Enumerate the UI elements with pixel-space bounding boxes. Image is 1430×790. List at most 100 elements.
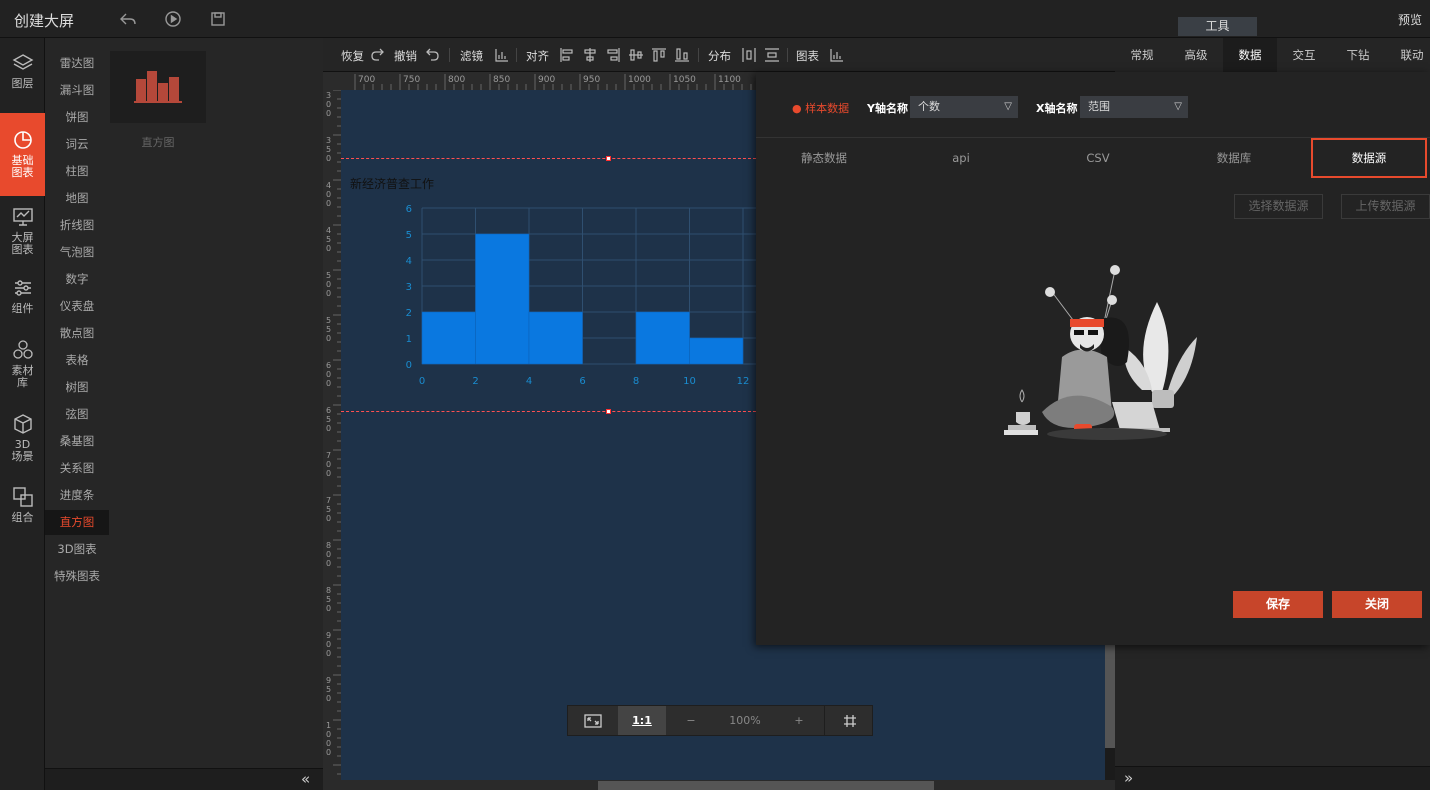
histogram-bar[interactable]	[689, 337, 744, 365]
play-icon[interactable]	[163, 9, 183, 29]
distribute-h-icon[interactable]	[741, 47, 757, 63]
chart-icon[interactable]	[829, 47, 845, 63]
tab-database[interactable]: 数据库	[1176, 138, 1292, 178]
canvas-scrollbar-vertical[interactable]	[1105, 645, 1115, 748]
histogram-bar[interactable]	[475, 233, 530, 365]
filter-button[interactable]: 滤镜	[460, 48, 483, 64]
ruler-label: 850	[326, 586, 331, 613]
toggle-grid-button[interactable]	[824, 706, 874, 735]
x-axis-name-label: X轴名称	[1036, 102, 1078, 115]
property-tab[interactable]: 高级	[1169, 38, 1223, 72]
canvas-scrollbar-horizontal[interactable]	[598, 781, 934, 790]
chart-button[interactable]: 图表	[796, 48, 819, 64]
back-icon[interactable]	[118, 9, 138, 29]
chart-type-item[interactable]: 气泡图	[45, 240, 109, 265]
chart-type-item[interactable]: 树图	[45, 375, 109, 400]
distribute-button[interactable]: 分布	[708, 48, 731, 64]
align-left-icon[interactable]	[559, 47, 575, 63]
save-icon[interactable]	[208, 9, 228, 29]
x-axis-name-select[interactable]: 范围 ▽	[1080, 96, 1188, 118]
property-tab[interactable]: 下钻	[1331, 38, 1385, 72]
preview-button[interactable]: 预览	[1398, 11, 1422, 28]
collapse-left-icon[interactable]: «	[301, 770, 310, 788]
selection-guide-top	[341, 158, 756, 159]
y-tick-label: 6	[406, 204, 412, 215]
save-button[interactable]: 保存	[1233, 591, 1323, 618]
nav-item-components[interactable]: 组件	[0, 277, 45, 315]
close-button[interactable]: 关闭	[1332, 591, 1422, 618]
chart-type-item[interactable]: 特殊图表	[45, 564, 109, 589]
nav-item-combine[interactable]: 组合	[0, 486, 45, 524]
chart-type-item[interactable]: 漏斗图	[45, 78, 109, 103]
align-top-icon[interactable]	[651, 47, 667, 63]
align-center-h-icon[interactable]	[582, 47, 598, 63]
align-button[interactable]: 对齐	[526, 48, 549, 64]
chart-type-item[interactable]: 词云	[45, 132, 109, 157]
nav-item-screen-charts[interactable]: 大屏图表	[0, 206, 45, 256]
resize-handle-top[interactable]	[606, 156, 611, 161]
chart-type-item[interactable]: 3D图表	[45, 537, 109, 562]
toolbar-separator	[787, 48, 788, 62]
zoom-in-button[interactable]: +	[774, 706, 824, 735]
chart-type-item[interactable]: 散点图	[45, 321, 109, 346]
chart-type-item[interactable]: 表格	[45, 348, 109, 373]
ruler-label: 900	[538, 75, 555, 85]
align-middle-v-icon[interactable]	[628, 47, 644, 63]
chart-type-item[interactable]: 地图	[45, 186, 109, 211]
histogram-bar[interactable]	[528, 311, 583, 365]
undo-icon[interactable]	[424, 47, 440, 63]
property-tab[interactable]: 常规	[1115, 38, 1169, 72]
tab-api[interactable]: api	[903, 138, 1019, 178]
chart-type-item[interactable]: 柱图	[45, 159, 109, 184]
fit-screen-button[interactable]	[568, 706, 618, 735]
histogram-bar[interactable]	[421, 311, 476, 365]
redo-button[interactable]: 恢复	[341, 48, 364, 64]
select-datasource-button[interactable]: 选择数据源	[1234, 194, 1323, 219]
redo-icon[interactable]	[370, 47, 386, 63]
tab-datasource[interactable]: 数据源	[1311, 138, 1427, 178]
histogram-chart[interactable]: 01234560 2 4 6 8 10 12	[341, 195, 756, 395]
tab-csv[interactable]: CSV	[1040, 138, 1156, 178]
resize-handle-bottom[interactable]	[606, 409, 611, 414]
source-tabs: 静态数据 api CSV 数据库 数据源	[756, 137, 1430, 178]
histogram-thumbnail[interactable]	[110, 51, 206, 123]
nav-item-basic-charts[interactable]: 基础图表	[0, 113, 45, 196]
grid-icon	[843, 715, 856, 727]
ratio-1-1-button[interactable]: 1:1	[618, 706, 666, 735]
histogram-bar[interactable]	[635, 311, 690, 365]
chart-type-item[interactable]: 雷达图	[45, 51, 109, 76]
chart-type-item[interactable]: 关系图	[45, 456, 109, 481]
upload-datasource-button[interactable]: 上传数据源	[1341, 194, 1430, 219]
chart-type-item[interactable]: 进度条	[45, 483, 109, 508]
nav-item-3d-scene[interactable]: 3D场景	[0, 413, 45, 463]
chart-type-item[interactable]: 直方图	[45, 510, 109, 535]
chart-type-item[interactable]: 折线图	[45, 213, 109, 238]
chart-type-item[interactable]: 桑基图	[45, 429, 109, 454]
align-bottom-icon[interactable]	[674, 47, 690, 63]
expand-right-icon[interactable]: »	[1124, 769, 1133, 787]
ruler-label: 900	[326, 631, 331, 658]
property-tab[interactable]: 联动	[1385, 38, 1430, 72]
chart-type-item[interactable]: 弦图	[45, 402, 109, 427]
monitor-chart-icon	[12, 208, 33, 226]
tools-tab[interactable]: 工具	[1178, 17, 1257, 36]
filter-chart-icon[interactable]	[494, 47, 510, 63]
chart-type-item[interactable]: 仪表盘	[45, 294, 109, 319]
align-right-icon[interactable]	[605, 47, 621, 63]
nav-item-materials[interactable]: 素材库	[0, 339, 45, 389]
nav-item-layers[interactable]: 图层	[0, 52, 45, 90]
ruler-label: 400	[326, 181, 331, 208]
zoom-out-button[interactable]: −	[666, 706, 716, 735]
zoom-value: 100%	[729, 714, 761, 727]
undo-button[interactable]: 撤销	[394, 48, 417, 64]
property-tab[interactable]: 数据	[1223, 38, 1277, 72]
chart-type-item[interactable]: 饼图	[45, 105, 109, 130]
property-tab[interactable]: 交互	[1277, 38, 1331, 72]
tab-static-data[interactable]: 静态数据	[766, 138, 882, 178]
chart-type-item[interactable]: 数字	[45, 267, 109, 292]
distribute-v-icon[interactable]	[764, 47, 780, 63]
nav-label: 素材库	[11, 364, 34, 389]
y-axis-name-select[interactable]: 个数 ▽	[910, 96, 1018, 118]
editor-toolbar: 恢复 撤销 滤镜 对齐 分布 图表	[323, 38, 1115, 72]
ruler-label: 450	[326, 226, 331, 253]
